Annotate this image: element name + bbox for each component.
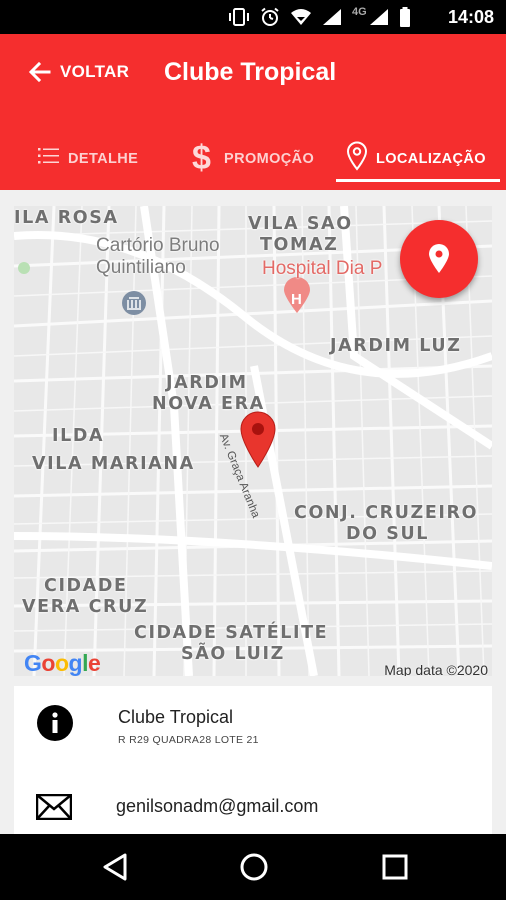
arrow-left-icon [28,61,51,83]
status-bar: 4G 14:08 [0,0,506,34]
home-circle-icon[interactable] [239,852,269,882]
svg-text:H: H [291,291,302,308]
back-triangle-icon[interactable] [101,852,129,882]
vibrate-icon [229,8,249,26]
active-tab-indicator [336,179,500,182]
tab-bar: DETALHE $ PROMOÇÃO LOCALIZAÇÃO [0,130,506,186]
map-label-neighborhood: VILA MARIANA [32,454,195,474]
map-label-neighborhood: CIDADE [44,576,128,596]
map-attribution[interactable]: Map data ©2020 [384,662,488,676]
google-logo-text: Google [24,650,101,676]
back-label: VOLTAR [60,62,130,81]
map-label-neighborhood: TOMAZ [260,235,339,255]
battery-icon [399,7,410,27]
map-label-neighborhood: ILDA [52,426,105,446]
place-email[interactable]: genilsonadm@gmail.com [116,796,318,817]
dollar-icon: $ [192,139,211,174]
google-logo-letter: o [41,650,55,676]
map-poi-hospital[interactable]: Hospital Dia P [262,258,382,280]
alarm-icon [261,7,279,26]
mail-icon [36,794,72,820]
location-pin-icon [346,141,368,171]
map-poi-name[interactable]: Cartório Bruno [96,235,220,257]
map-label-neighborhood: CONJ. CRUZEIRO [294,503,479,523]
signal-icon [369,9,388,25]
google-logo-letter: G [24,650,42,676]
status-icons: 4G [228,6,411,28]
map-label-neighborhood: DO SUL [346,524,430,544]
place-name: Clube Tropical [118,707,234,727]
google-logo-letter: o [54,650,69,676]
network-type-label: 4G [352,6,367,18]
map-label-neighborhood: JARDIM [166,373,248,393]
locate-button[interactable] [400,220,478,298]
svg-text:$: $ [192,139,211,174]
map-label-neighborhood: JARDIM LUZ [330,336,462,356]
map-label-neighborhood: CIDADE SATÉLITE [134,623,329,643]
tab-promocao-label: PROMOÇÃO [224,151,315,167]
tab-localizacao-label: LOCALIZAÇÃO [376,151,486,167]
google-logo-letter: g [68,650,83,676]
list-icon [38,148,59,164]
recents-square-icon[interactable] [381,852,409,882]
map-label-neighborhood: ILA ROSA [14,208,119,228]
map-marker-icon[interactable] [239,410,277,468]
tab-detalhe-label: DETALHE [68,151,139,167]
place-address: R R29 QUADRA28 LOTE 21 [118,734,259,746]
wifi-icon [291,9,311,25]
signal-icon [323,9,341,25]
info-icon [37,705,73,741]
status-time: 14:08 [447,7,494,27]
map-label-neighborhood: VERA CRUZ [22,597,149,617]
tab-detalhe[interactable]: DETALHE [38,130,138,182]
google-logo-letter: e [87,650,101,676]
system-nav-bar [0,834,506,900]
page-title: Clube Tropical [164,58,337,86]
location-pin-icon [429,244,449,273]
app-bar: VOLTAR Clube Tropical DETALHE $ PROMOÇÃO… [0,34,506,190]
tab-promocao[interactable]: $ PROMOÇÃO [190,130,314,182]
back-button[interactable]: VOLTAR [28,60,129,84]
map-poi-name[interactable]: Quintiliano [96,257,186,279]
map-label-neighborhood: SÃO LUIZ [181,644,285,664]
map-label-neighborhood: VILA SAO [248,214,353,234]
google-logo: Google [24,650,101,676]
tab-localizacao[interactable]: LOCALIZAÇÃO [346,130,486,182]
